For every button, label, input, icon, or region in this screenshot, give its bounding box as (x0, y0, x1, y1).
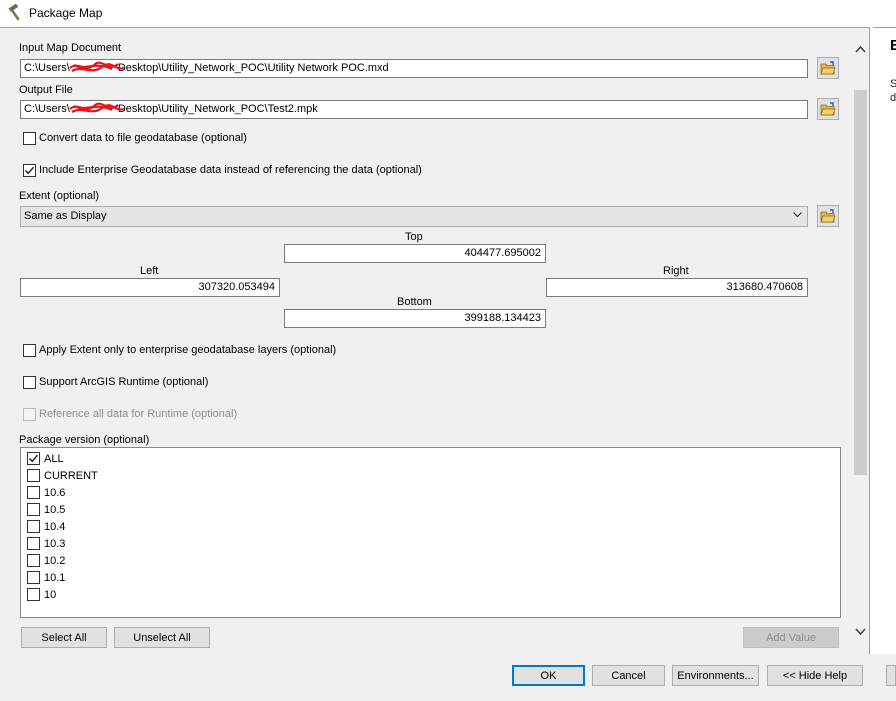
environments-button[interactable]: Environments... (672, 665, 759, 686)
redaction-scribble (69, 61, 125, 72)
list-item[interactable]: 10.6 (27, 484, 65, 501)
support-runtime-checkbox[interactable] (23, 376, 36, 389)
dialog-footer: OK Cancel Environments... << Hide Help (0, 654, 896, 701)
open-folder-icon (820, 209, 836, 223)
list-item[interactable]: 10 (27, 586, 56, 603)
title-bar: Package Map (0, 0, 896, 26)
list-item[interactable]: CURRENT (27, 467, 98, 484)
version-checkbox[interactable] (27, 571, 40, 584)
open-folder-icon (820, 61, 836, 75)
chevron-up-icon[interactable] (855, 45, 866, 53)
extent-right-label: Right (663, 265, 689, 277)
version-checkbox[interactable] (27, 469, 40, 482)
version-label: 10.4 (44, 520, 66, 533)
window-title: Package Map (29, 6, 103, 20)
scrollbar-thumb[interactable] (854, 90, 867, 475)
help-text: S d (890, 78, 896, 104)
version-label: 10.3 (44, 537, 66, 550)
version-label: 10.1 (44, 571, 66, 584)
chevron-down-icon[interactable] (855, 628, 866, 636)
reference-runtime-label: Reference all data for Runtime (optional… (39, 408, 238, 420)
hide-help-button[interactable]: << Hide Help (767, 665, 863, 686)
help-panel: E S d (873, 27, 896, 654)
convert-gdb-checkbox[interactable] (23, 132, 36, 145)
help-heading: E (890, 37, 896, 54)
ok-button[interactable]: OK (512, 665, 585, 686)
input-map-label: Input Map Document (19, 42, 122, 54)
extent-right-field[interactable]: 313680.470608 (546, 278, 808, 297)
hammer-icon (8, 4, 20, 21)
cancel-button[interactable]: Cancel (592, 665, 665, 686)
version-label: 10.5 (44, 503, 66, 516)
input-map-field[interactable]: C:\Users\ Desktop\Utility_Network_POC\Uti… (20, 59, 808, 78)
version-checkbox[interactable] (27, 452, 40, 465)
unselect-all-button[interactable]: Unselect All (114, 627, 210, 648)
checkmark-icon (28, 454, 39, 463)
version-label: 10 (44, 588, 57, 601)
include-enterprise-label: Include Enterprise Geodatabase data inst… (39, 164, 422, 176)
list-item[interactable]: 10.5 (27, 501, 65, 518)
extent-browse-button[interactable] (817, 205, 839, 227)
apply-extent-checkbox[interactable] (23, 344, 36, 357)
version-label: ALL (44, 452, 64, 465)
list-item[interactable]: 10.4 (27, 518, 65, 535)
extent-bottom-label: Bottom (397, 296, 432, 308)
extent-top-field[interactable]: 404477.695002 (284, 244, 546, 263)
package-version-label: Package version (optional) (19, 434, 150, 446)
version-label: 10.6 (44, 486, 66, 499)
open-folder-icon (820, 102, 836, 116)
extent-left-label: Left (140, 265, 159, 277)
add-value-button: Add Value (743, 627, 839, 648)
select-all-button[interactable]: Select All (21, 627, 107, 648)
support-runtime-label: Support ArcGIS Runtime (optional) (39, 376, 209, 388)
tool-parameters-panel: Input Map Document C:\Users\ Desktop\Util… (0, 27, 870, 654)
list-item[interactable]: ALL (27, 450, 64, 467)
output-file-label: Output File (19, 84, 73, 96)
output-file-browse-button[interactable] (817, 98, 839, 120)
extent-label: Extent (optional) (19, 190, 100, 202)
redaction-scribble (69, 102, 125, 113)
extent-top-label: Top (405, 231, 423, 243)
package-version-list[interactable]: ALL CURRENT 10.6 10.5 10.4 10.3 10.2 10.… (20, 447, 841, 618)
output-file-field[interactable]: C:\Users\ Desktop\Utility_Network_POC\Tes… (20, 100, 808, 119)
extent-selected-value: Same as Display (24, 210, 107, 222)
version-checkbox[interactable] (27, 554, 40, 567)
list-item[interactable]: 10.1 (27, 569, 65, 586)
version-checkbox[interactable] (27, 520, 40, 533)
checkmark-icon (24, 166, 35, 175)
version-checkbox[interactable] (27, 486, 40, 499)
version-label: CURRENT (44, 469, 98, 482)
chevron-down-icon (793, 212, 802, 218)
include-enterprise-checkbox[interactable] (23, 164, 36, 177)
list-item[interactable]: 10.3 (27, 535, 65, 552)
reference-runtime-checkbox (23, 408, 36, 421)
list-item[interactable]: 10.2 (27, 552, 65, 569)
extent-left-field[interactable]: 307320.053494 (20, 278, 280, 297)
apply-extent-label: Apply Extent only to enterprise geodatab… (39, 344, 337, 356)
convert-gdb-label: Convert data to file geodatabase (option… (39, 132, 247, 144)
input-map-browse-button[interactable] (817, 57, 839, 79)
version-checkbox[interactable] (27, 588, 40, 601)
version-checkbox[interactable] (27, 537, 40, 550)
version-checkbox[interactable] (27, 503, 40, 516)
extent-dropdown[interactable]: Same as Display (20, 206, 808, 227)
version-label: 10.2 (44, 554, 66, 567)
extent-bottom-field[interactable]: 399188.134423 (284, 309, 546, 328)
tool-help-button[interactable] (886, 665, 896, 686)
